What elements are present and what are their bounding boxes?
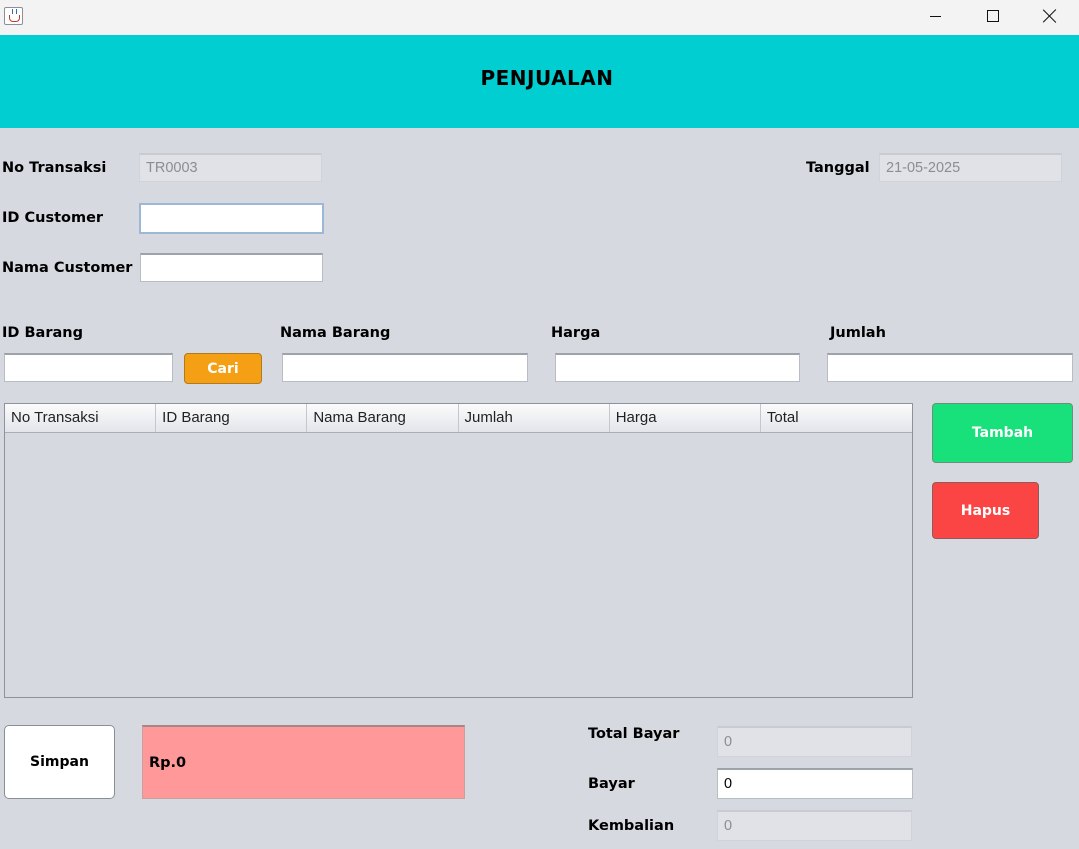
column-header-no-transaksi[interactable]: No Transaksi bbox=[5, 404, 157, 432]
no-transaksi-label: No Transaksi bbox=[2, 160, 107, 176]
harga-input[interactable] bbox=[555, 353, 800, 382]
tanggal-label: Tanggal bbox=[806, 160, 870, 176]
id-barang-label: ID Barang bbox=[2, 325, 83, 341]
id-customer-input[interactable] bbox=[139, 203, 324, 234]
column-header-jumlah[interactable]: Jumlah bbox=[459, 404, 610, 432]
cari-button[interactable]: Cari bbox=[184, 353, 262, 384]
maximize-icon bbox=[987, 10, 999, 22]
bayar-input[interactable]: 0 bbox=[717, 768, 913, 799]
nama-barang-input[interactable] bbox=[282, 353, 528, 382]
jumlah-label: Jumlah bbox=[830, 325, 886, 341]
column-header-nama-barang[interactable]: Nama Barang bbox=[307, 404, 459, 432]
nama-barang-label: Nama Barang bbox=[280, 325, 391, 341]
close-icon bbox=[1043, 9, 1057, 23]
simpan-button[interactable]: Simpan bbox=[4, 725, 115, 799]
kembalian-field: 0 bbox=[717, 810, 912, 841]
maximize-button[interactable] bbox=[964, 0, 1022, 32]
harga-label: Harga bbox=[551, 325, 601, 341]
kembalian-label: Kembalian bbox=[588, 818, 675, 834]
total-bayar-field: 0 bbox=[717, 726, 912, 757]
total-display: Rp.0 bbox=[142, 725, 465, 799]
tanggal-field: 21-05-2025 bbox=[879, 153, 1062, 182]
nama-customer-label: Nama Customer bbox=[2, 260, 133, 276]
column-header-total[interactable]: Total bbox=[761, 404, 912, 432]
jumlah-input[interactable] bbox=[827, 353, 1073, 382]
tambah-button[interactable]: Tambah bbox=[932, 403, 1073, 463]
hapus-button[interactable]: Hapus bbox=[932, 482, 1039, 539]
no-transaksi-field: TR0003 bbox=[139, 153, 322, 182]
page-title: PENJUALAN bbox=[480, 66, 614, 90]
close-button[interactable] bbox=[1021, 0, 1079, 32]
id-barang-input[interactable] bbox=[4, 353, 173, 382]
nama-customer-input[interactable] bbox=[140, 253, 323, 282]
minimize-icon bbox=[929, 15, 941, 17]
id-customer-label: ID Customer bbox=[2, 210, 104, 226]
bayar-label: Bayar bbox=[588, 776, 635, 792]
column-header-harga[interactable]: Harga bbox=[610, 404, 761, 432]
total-bayar-label: Total Bayar bbox=[588, 726, 680, 742]
java-cup-icon bbox=[4, 7, 23, 25]
transaction-table[interactable]: No Transaksi ID Barang Nama Barang Jumla… bbox=[4, 403, 913, 698]
table-header: No Transaksi ID Barang Nama Barang Jumla… bbox=[5, 404, 912, 433]
column-header-id-barang[interactable]: ID Barang bbox=[156, 404, 308, 432]
minimize-button[interactable] bbox=[906, 0, 964, 32]
